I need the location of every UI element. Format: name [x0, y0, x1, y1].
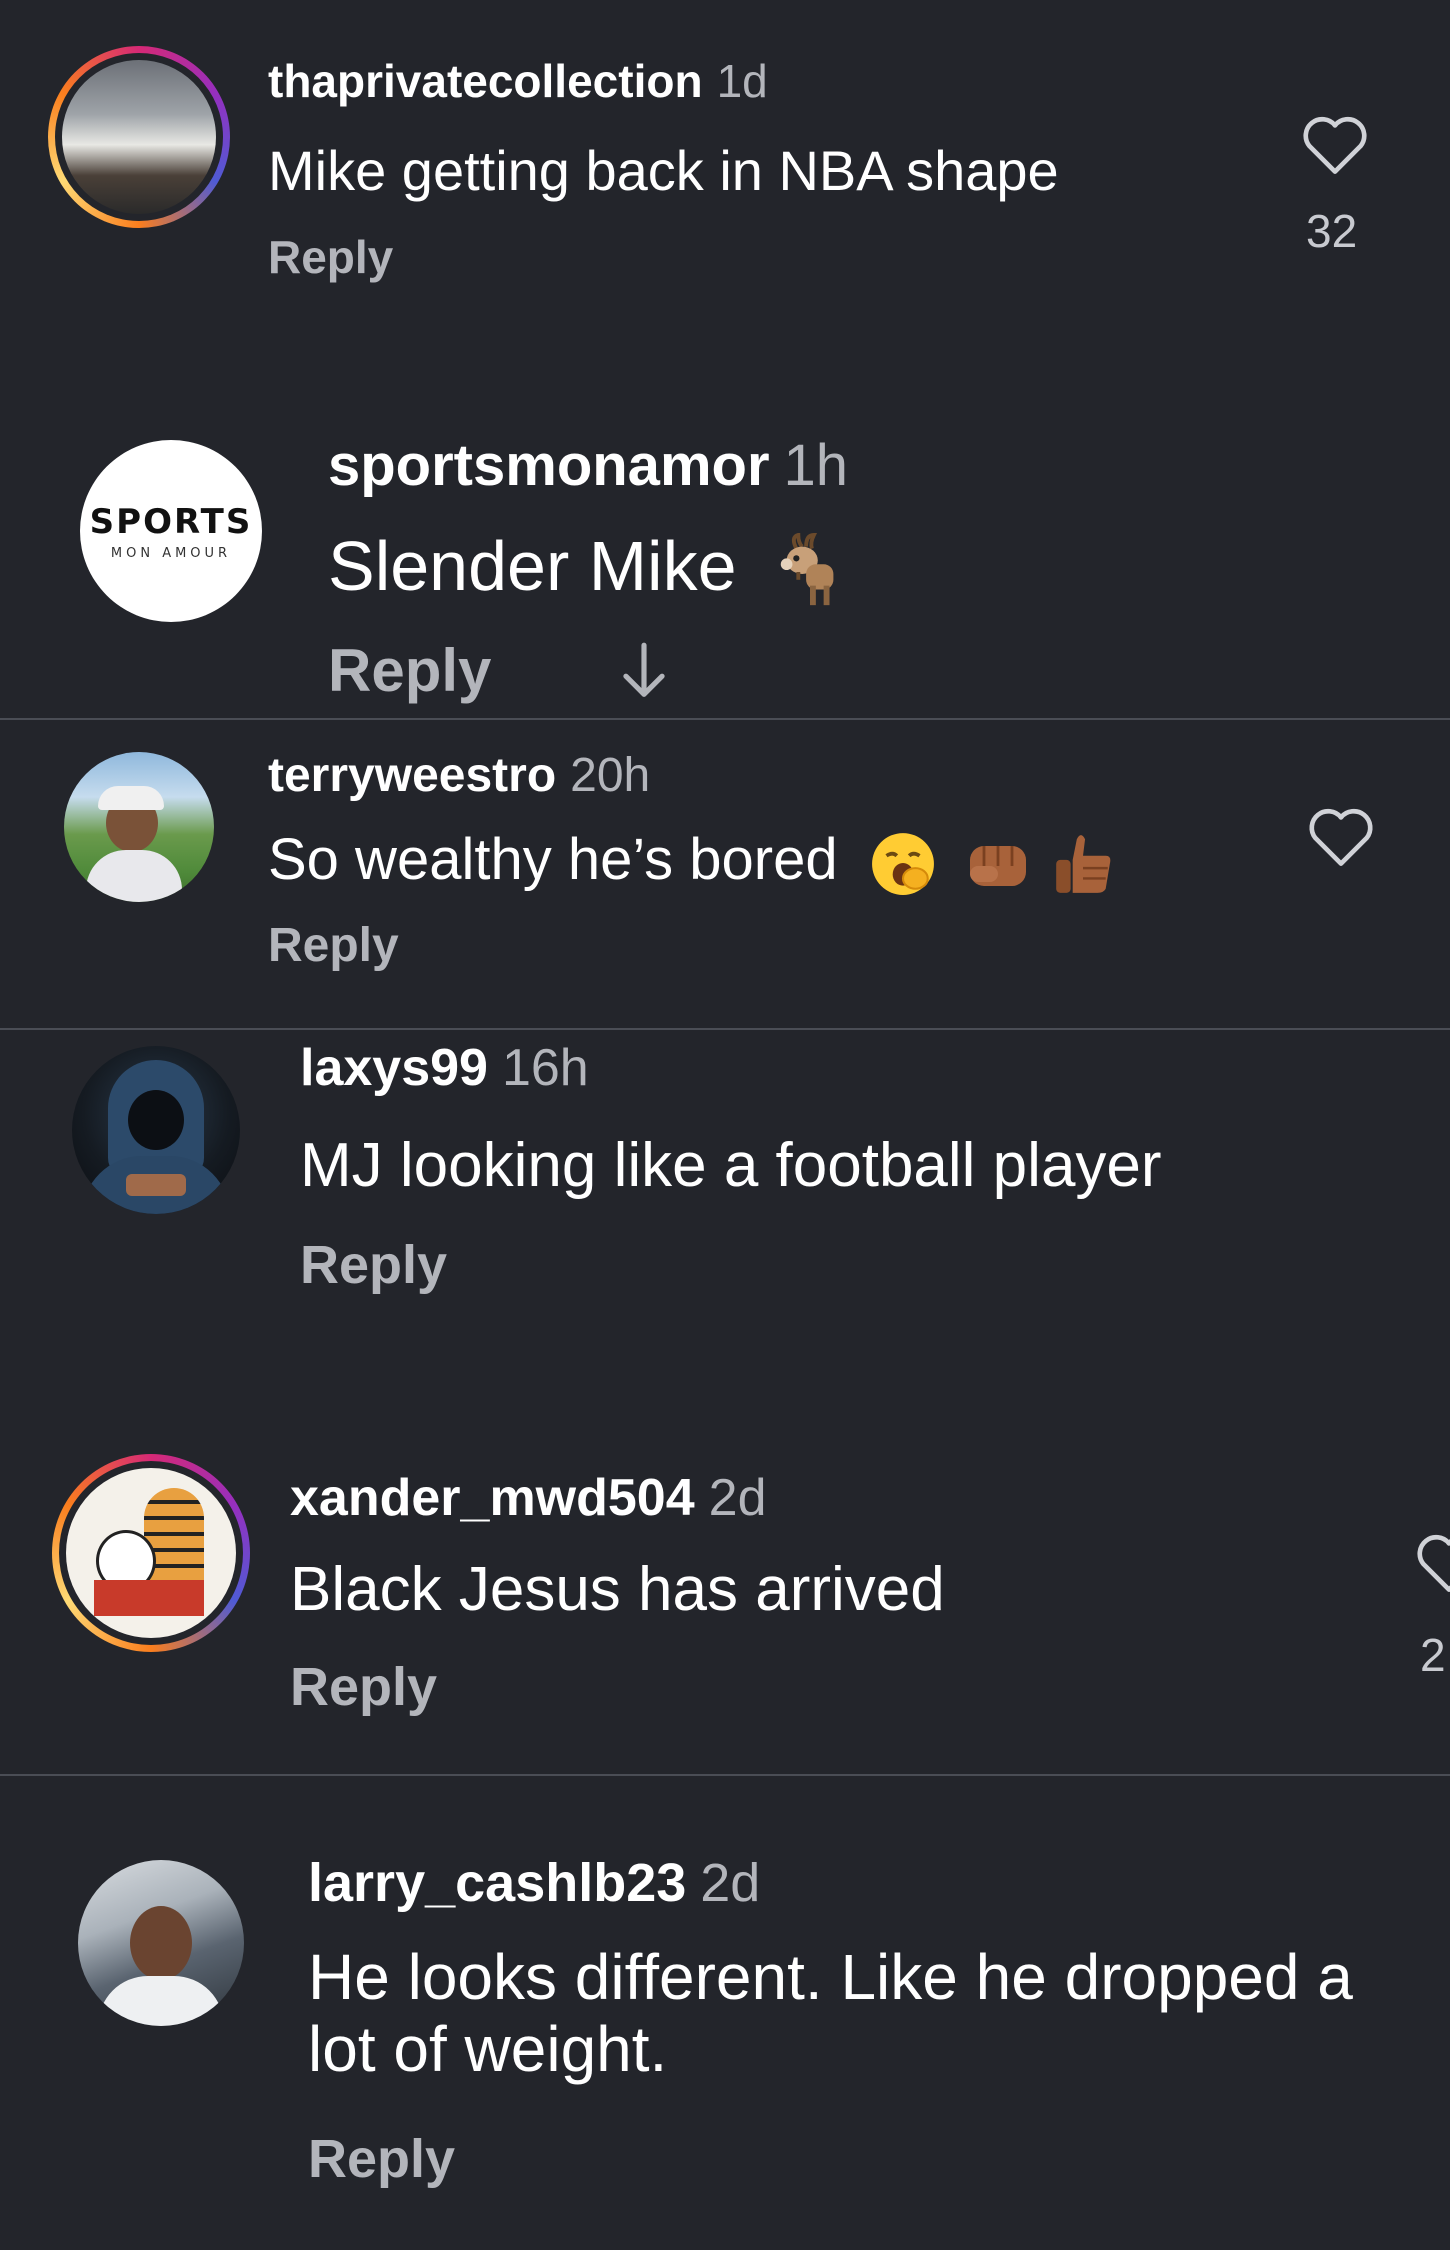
comment-text: So wealthy he’s bored [268, 826, 1114, 897]
arrow-down-icon[interactable] [618, 640, 670, 702]
reply-button[interactable]: Reply [268, 230, 393, 284]
like-count: 32 [1306, 205, 1358, 257]
comment-username[interactable]: laxys99 16h [300, 1038, 589, 1098]
comment-time: 16h [501, 1039, 589, 1097]
comment-6: larry_cashlb23 2d He looks different. Lik… [0, 1776, 1450, 2250]
comment-text: Mike getting back in NBA shape [268, 139, 1059, 202]
avatar-logo-text: SPORTS [89, 501, 253, 542]
comment-username[interactable]: sportsmonamor 1h [328, 432, 848, 499]
avatar[interactable]: SPORTS MON AMOUR [80, 440, 262, 622]
heart-icon[interactable] [1306, 804, 1376, 868]
comment-1: thaprivatecollection 1d Mike getting back… [0, 0, 1450, 400]
comment-5: xander_mwd504 2d Black Jesus has arrived … [0, 1450, 1450, 1774]
comment-username[interactable]: larry_cashlb23 2d [308, 1852, 760, 1914]
avatar-ring[interactable] [48, 46, 230, 228]
reply-button[interactable]: Reply [308, 2128, 455, 2190]
comment-text: Black Jesus has arrived [290, 1555, 945, 1624]
comment-time: 1d [716, 55, 768, 107]
reply-button[interactable]: Reply [328, 636, 491, 705]
thumbs-up-emoji [1056, 834, 1111, 893]
comment-2: SPORTS MON AMOUR sportsmonamor 1h Slender… [0, 400, 1450, 718]
reply-button[interactable]: Reply [300, 1234, 447, 1296]
reply-button[interactable]: Reply [290, 1656, 437, 1718]
comment-text-line-1: He looks different. Like he dropped a [308, 1941, 1353, 2013]
comment-text: MJ looking like a football player [300, 1131, 1162, 1200]
avatar-logo-subtext: MON AMOUR [110, 545, 232, 561]
comment-text: Slender Mike [328, 526, 842, 611]
fist-emoji [969, 845, 1026, 886]
heart-icon[interactable] [1414, 1530, 1450, 1594]
comment-username[interactable]: terryweestro 20h [268, 748, 650, 803]
comment-time: 1h [783, 433, 849, 498]
comment-time: 20h [570, 749, 651, 802]
avatar[interactable] [78, 1860, 244, 2026]
comment-3: terryweestro 20h So wealthy he’s bored Re… [0, 720, 1450, 1028]
comment-4: laxys99 16h MJ looking like a football pl… [0, 1030, 1450, 1450]
avatar [66, 1468, 236, 1638]
comment-time: 2d [708, 1469, 767, 1527]
goat-emoji [780, 532, 834, 605]
like-count: 2 [1420, 1629, 1446, 1681]
comment-time: 2d [700, 1853, 761, 1913]
avatar[interactable] [64, 752, 214, 902]
avatar [62, 60, 216, 214]
reply-button[interactable]: Reply [268, 918, 399, 973]
yawning-face-emoji [871, 832, 934, 895]
comment-username[interactable]: xander_mwd504 2d [290, 1468, 767, 1528]
avatar[interactable] [72, 1046, 240, 1214]
comment-text-line-2: lot of weight. [308, 2013, 668, 2085]
comment-username[interactable]: thaprivatecollection 1d [268, 54, 768, 108]
heart-icon[interactable] [1300, 112, 1370, 176]
avatar-ring[interactable] [52, 1454, 250, 1652]
